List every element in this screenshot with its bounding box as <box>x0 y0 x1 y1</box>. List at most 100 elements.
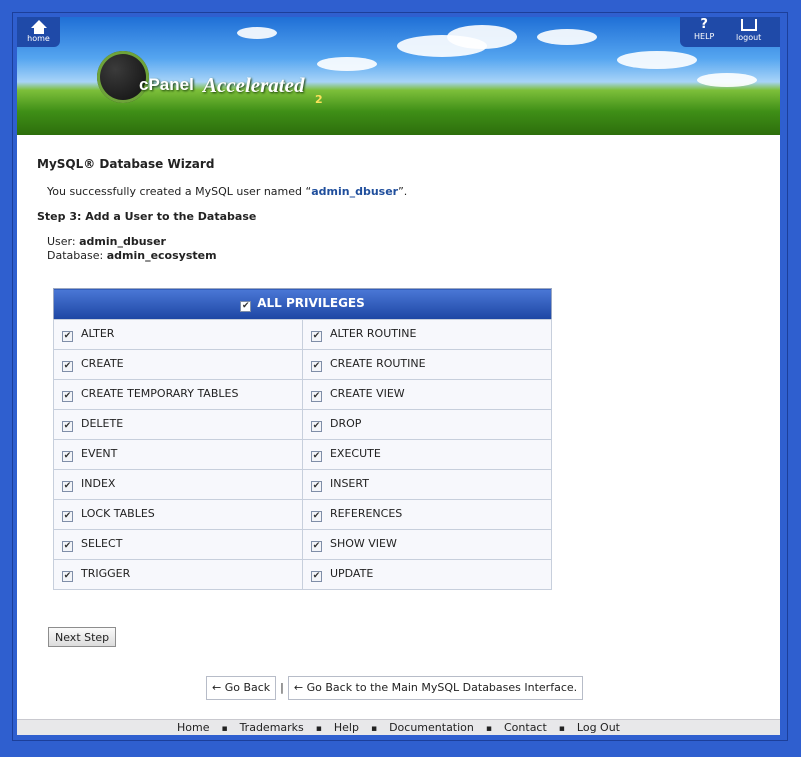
privilege-row: ✔ LOCK TABLES ✔ REFERENCES <box>53 499 553 530</box>
privilege-cell[interactable]: ✔ SELECT <box>53 529 303 560</box>
privilege-checkbox[interactable]: ✔ <box>310 391 322 402</box>
privilege-row: ✔ INDEX ✔ INSERT <box>53 469 553 500</box>
go-back-main-link[interactable]: ← Go Back to the Main MySQL Databases In… <box>287 676 584 700</box>
privilege-checkbox[interactable]: ✔ <box>310 361 322 372</box>
privilege-row: ✔ CREATE ✔ CREATE ROUTINE <box>53 349 553 380</box>
privilege-cell[interactable]: ✔ CREATE VIEW <box>301 379 553 410</box>
privilege-checkbox[interactable]: ✔ <box>62 331 73 342</box>
privilege-label: ALTER ROUTINE <box>329 327 417 340</box>
privilege-checkbox[interactable]: ✔ <box>62 481 73 492</box>
privilege-checkbox[interactable]: ✔ <box>310 481 322 492</box>
privilege-label: UPDATE <box>329 567 374 580</box>
footer-link[interactable]: Contact <box>504 721 547 734</box>
privilege-label: INSERT <box>329 477 369 490</box>
cpanel-logo: cPanel Accelerated 2 <box>97 51 337 107</box>
privilege-cell[interactable]: ✔ DROP <box>301 409 553 440</box>
user-line: User: admin_dbuser <box>47 235 166 248</box>
logout-button[interactable]: logout <box>736 19 761 42</box>
privilege-checkbox[interactable]: ✔ <box>310 451 322 462</box>
privilege-cell[interactable]: ✔ INDEX <box>53 469 303 500</box>
privilege-checkbox[interactable]: ✔ <box>62 541 73 552</box>
back-navigation: ← Go Back | ← Go Back to the Main MySQL Da… <box>206 676 584 700</box>
privilege-row: ✔ DELETE ✔ DROP <box>53 409 553 440</box>
privilege-label: CREATE VIEW <box>329 387 405 400</box>
created-user-name: admin_dbuser <box>311 185 399 198</box>
privilege-label: EXECUTE <box>329 447 381 460</box>
privilege-cell[interactable]: ✔ SHOW VIEW <box>301 529 553 560</box>
privilege-row: ✔ ALTER ✔ ALTER ROUTINE <box>53 319 553 350</box>
page-title: MySQL® Database Wizard <box>37 157 215 171</box>
privilege-cell[interactable]: ✔ INSERT <box>301 469 553 500</box>
privilege-row: ✔ SELECT ✔ SHOW VIEW <box>53 529 553 560</box>
privilege-checkbox[interactable]: ✔ <box>310 541 322 552</box>
privilege-checkbox[interactable]: ✔ <box>310 331 322 342</box>
privileges-table: ✔ ALL PRIVILEGES ✔ ALTER ✔ ALTER ROUTINE ✔ CRE… <box>53 288 553 590</box>
privilege-label: EVENT <box>81 447 118 460</box>
privilege-row: ✔ TRIGGER ✔ UPDATE <box>53 559 553 590</box>
header-banner: home cPanel Accelerated 2 ? HELP logout <box>17 17 780 135</box>
privilege-label: TRIGGER <box>81 567 131 580</box>
privilege-label: SELECT <box>81 537 123 550</box>
privilege-cell[interactable]: ✔ TRIGGER <box>53 559 303 590</box>
footer-link[interactable]: Trademarks <box>240 721 304 734</box>
privilege-checkbox[interactable]: ✔ <box>62 421 73 432</box>
footer-link[interactable]: Home <box>177 721 209 734</box>
help-icon: ? <box>700 17 708 32</box>
privilege-checkbox[interactable]: ✔ <box>62 361 73 372</box>
all-privileges-checkbox[interactable]: ✔ <box>240 301 252 312</box>
page-frame: home cPanel Accelerated 2 ? HELP logout <box>12 12 788 741</box>
privilege-label: SHOW VIEW <box>329 537 397 550</box>
privilege-cell[interactable]: ✔ ALTER ROUTINE <box>301 319 553 350</box>
privilege-checkbox[interactable]: ✔ <box>310 571 322 582</box>
privilege-checkbox[interactable]: ✔ <box>62 451 73 462</box>
footer-nav: Home ▪ Trademarks ▪ Help ▪ Documentation ▪ Conta… <box>17 719 780 735</box>
footer-link[interactable]: Log Out <box>577 721 620 734</box>
top-right-toolbar: ? HELP logout <box>680 17 780 47</box>
privilege-label: ALTER <box>81 327 115 340</box>
privilege-cell[interactable]: ✔ DELETE <box>53 409 303 440</box>
privilege-label: CREATE TEMPORARY TABLES <box>81 387 239 400</box>
privilege-cell[interactable]: ✔ EVENT <box>53 439 303 470</box>
logout-icon <box>740 19 757 31</box>
privilege-label: LOCK TABLES <box>81 507 155 520</box>
footer-separator: ▪ <box>370 724 378 734</box>
privilege-row: ✔ CREATE TEMPORARY TABLES ✔ CREATE VIEW <box>53 379 553 410</box>
next-step-button[interactable]: Next Step <box>48 627 117 647</box>
privilege-label: REFERENCES <box>329 507 403 520</box>
home-button[interactable]: home <box>17 17 60 47</box>
privilege-cell[interactable]: ✔ UPDATE <box>301 559 553 590</box>
database-line: Database: admin_ecosystem <box>47 249 217 262</box>
footer-separator: ▪ <box>558 724 565 734</box>
privilege-row: ✔ EVENT ✔ EXECUTE <box>53 439 553 470</box>
privilege-checkbox[interactable]: ✔ <box>310 511 322 522</box>
help-button[interactable]: ? HELP <box>694 17 714 42</box>
privilege-cell[interactable]: ✔ REFERENCES <box>301 499 553 530</box>
privilege-cell[interactable]: ✔ LOCK TABLES <box>53 499 303 530</box>
footer-link[interactable]: Help <box>334 721 359 734</box>
privilege-label: DROP <box>329 417 362 430</box>
privilege-label: CREATE ROUTINE <box>329 357 426 370</box>
privilege-checkbox[interactable]: ✔ <box>310 421 322 432</box>
all-privileges-checkbox-label[interactable]: ✔ ALL PRIVILEGES <box>240 296 365 312</box>
footer-separator: ▪ <box>221 724 228 734</box>
privilege-cell[interactable]: ✔ CREATE <box>53 349 303 380</box>
privilege-checkbox[interactable]: ✔ <box>62 511 73 522</box>
footer-separator: ▪ <box>315 724 322 734</box>
success-message: You successfully created a MySQL user na… <box>47 185 408 198</box>
go-back-link[interactable]: ← Go Back <box>206 676 277 700</box>
all-privileges-header: ✔ ALL PRIVILEGES <box>53 288 552 320</box>
privilege-checkbox[interactable]: ✔ <box>62 391 73 402</box>
footer-link[interactable]: Documentation <box>389 721 474 734</box>
home-icon <box>30 20 47 28</box>
privilege-label: CREATE <box>81 357 124 370</box>
privilege-checkbox[interactable]: ✔ <box>62 571 73 582</box>
user-db-info: User: admin_dbuser Database: admin_ecosy… <box>47 235 757 263</box>
privilege-cell[interactable]: ✔ CREATE TEMPORARY TABLES <box>53 379 303 410</box>
privilege-label: INDEX <box>81 477 116 490</box>
privilege-cell[interactable]: ✔ ALTER <box>53 319 303 350</box>
privilege-cell[interactable]: ✔ CREATE ROUTINE <box>301 349 553 380</box>
page-content: home cPanel Accelerated 2 ? HELP logout <box>17 17 780 735</box>
privilege-cell[interactable]: ✔ EXECUTE <box>301 439 553 470</box>
wizard-content: MySQL® Database Wizard You successfully … <box>37 157 757 700</box>
step-title: Step 3: Add a User to the Database <box>37 210 257 223</box>
